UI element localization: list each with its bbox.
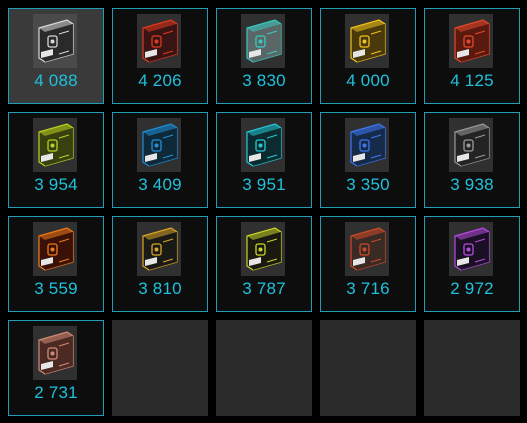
item-price: 3 716 [346,279,390,298]
red-metal-crate-icon [449,14,493,68]
item-price: 2 972 [450,279,494,298]
item-price: 3 787 [242,279,286,298]
item-slot[interactable]: 4 206 [112,8,208,104]
item-slot[interactable]: 3 810 [112,216,208,312]
black-case-icon [33,14,77,68]
empty-slot [216,320,312,416]
item-slot[interactable]: 3 559 [8,216,104,312]
rusty-case-icon [345,222,389,276]
item-slot[interactable]: 3 409 [112,112,208,208]
biohazard-case-icon [241,222,285,276]
item-price: 3 954 [34,175,78,194]
item-price: 2 731 [34,383,78,402]
gold-outline-case-icon [137,222,181,276]
empty-slot [424,320,520,416]
item-slot[interactable]: 2 731 [8,320,104,416]
item-price: 4 206 [138,71,182,90]
item-price: 3 350 [346,175,390,194]
lava-crate-icon [33,222,77,276]
item-price: 4 088 [34,71,78,90]
cyan-case-icon [241,118,285,172]
blue-pattern-crate-icon [345,118,389,172]
item-price: 3 830 [242,71,286,90]
item-price: 3 409 [138,175,182,194]
gold-crate-icon [345,14,389,68]
empty-slot [112,320,208,416]
blue-striped-case-icon [137,118,181,172]
item-price: 4 125 [450,71,494,90]
item-slot[interactable]: 3 350 [320,112,416,208]
purple-case-icon [449,222,493,276]
item-grid: 4 088 4 206 3 830 4 000 4 125 3 954 3 40… [0,0,527,423]
item-slot[interactable]: 3 951 [216,112,312,208]
item-slot[interactable]: 4 000 [320,8,416,104]
item-slot[interactable]: 3 716 [320,216,416,312]
copper-crate-icon [33,326,77,380]
lime-crate-icon [33,118,77,172]
item-price: 4 000 [346,71,390,90]
item-price: 3 810 [138,279,182,298]
item-slot[interactable]: 3 830 [216,8,312,104]
item-slot[interactable]: 4 125 [424,8,520,104]
item-slot[interactable]: 3 954 [8,112,104,208]
item-price: 3 559 [34,279,78,298]
item-price: 3 951 [242,175,286,194]
item-slot[interactable]: 4 088 [8,8,104,104]
item-slot[interactable]: 2 972 [424,216,520,312]
item-slot[interactable]: 3 787 [216,216,312,312]
item-slot[interactable]: 3 938 [424,112,520,208]
dark-grey-case-icon [449,118,493,172]
red-flame-case-icon [137,14,181,68]
empty-slot [320,320,416,416]
item-price: 3 938 [450,175,494,194]
teal-metal-crate-icon [241,14,285,68]
